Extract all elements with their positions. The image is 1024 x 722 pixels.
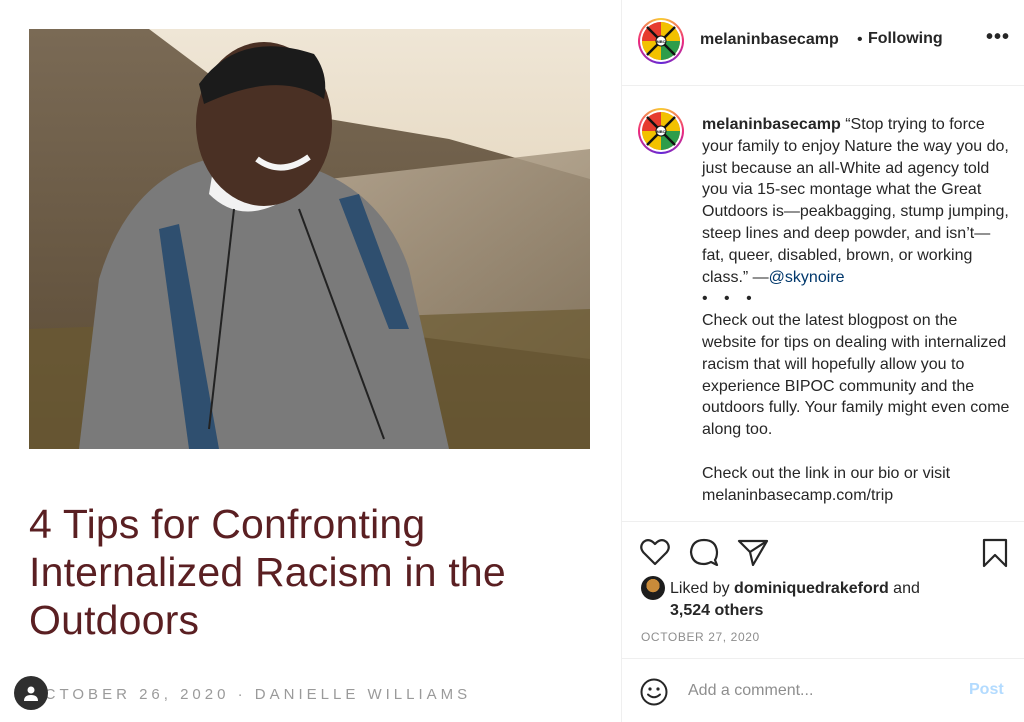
post-photo[interactable] bbox=[29, 29, 590, 449]
emoji-icon[interactable] bbox=[640, 678, 668, 706]
person-glyph bbox=[24, 686, 38, 701]
bookmark-icon[interactable] bbox=[982, 538, 1008, 568]
more-icon[interactable]: ••• bbox=[986, 26, 1010, 49]
caption-divider: • • • bbox=[702, 290, 758, 308]
post-media: 4 Tips for Confronting Internalized Raci… bbox=[0, 0, 621, 722]
mbc-logo-icon: MBC bbox=[642, 22, 680, 60]
liker-avatar[interactable] bbox=[641, 576, 665, 600]
mention-link[interactable]: @skynoire bbox=[769, 269, 845, 286]
caption-text: melaninbasecamp “Stop trying to force yo… bbox=[702, 114, 1012, 506]
caption-paragraph-3: Check out the link in our bio or visit m… bbox=[702, 464, 951, 504]
follow-separator: • bbox=[857, 31, 863, 48]
post-sidebar: MBC melaninbasecamp • Following ••• MBC bbox=[621, 0, 1024, 722]
svg-text:MBC: MBC bbox=[656, 39, 665, 44]
caption-username[interactable]: melaninbasecamp bbox=[702, 116, 841, 133]
heart-icon[interactable] bbox=[640, 538, 670, 566]
likes-prefix: Liked by bbox=[670, 580, 735, 597]
comment-input[interactable] bbox=[688, 677, 958, 705]
svg-text:MBC: MBC bbox=[656, 129, 665, 134]
post-header: MBC melaninbasecamp • Following ••• bbox=[622, 0, 1024, 86]
blog-post-title: 4 Tips for Confronting Internalized Raci… bbox=[29, 501, 506, 643]
following-button[interactable]: Following bbox=[868, 30, 943, 48]
caption-avatar[interactable]: MBC bbox=[638, 108, 684, 154]
mbc-logo-icon: MBC bbox=[642, 112, 680, 150]
user-icon[interactable] bbox=[14, 676, 48, 710]
likes-summary: Liked by dominiquedrakeford and 3,524 ot… bbox=[670, 578, 1000, 622]
caption-quote: “Stop trying to force your family to enj… bbox=[702, 116, 1009, 286]
post-timestamp[interactable]: OCTOBER 27, 2020 bbox=[641, 630, 760, 644]
post-comment-button[interactable]: Post bbox=[969, 681, 1004, 699]
hiker-illustration bbox=[29, 29, 590, 449]
liker-username[interactable]: dominiquedrakeford bbox=[734, 580, 889, 597]
likes-joiner: and bbox=[888, 580, 920, 597]
likes-count[interactable]: 3,524 others bbox=[670, 602, 763, 619]
caption-paragraph-2: Check out the latest blogpost on the web… bbox=[702, 312, 1010, 439]
comment-icon[interactable] bbox=[689, 538, 719, 566]
blog-post-meta: OCTOBER 26, 2020 · DANIELLE WILLIAMS bbox=[29, 686, 472, 703]
share-icon[interactable] bbox=[737, 538, 769, 566]
post-actions: Liked by dominiquedrakeford and 3,524 ot… bbox=[622, 521, 1024, 658]
profile-avatar[interactable]: MBC bbox=[638, 18, 684, 64]
header-username[interactable]: melaninbasecamp bbox=[700, 31, 839, 49]
comment-bar: Post bbox=[622, 658, 1024, 722]
caption-area: MBC melaninbasecamp “Stop trying to forc… bbox=[622, 86, 1024, 521]
